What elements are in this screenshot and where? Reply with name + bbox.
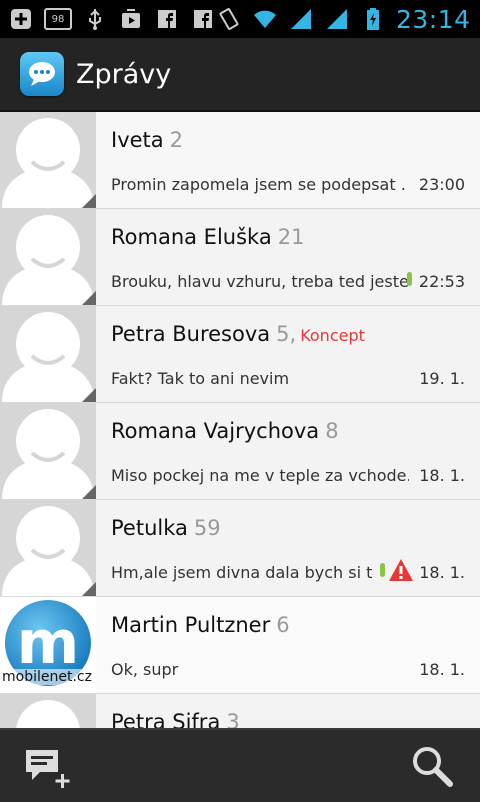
message-count: 6 <box>276 613 290 637</box>
wifi-icon <box>252 6 278 32</box>
conversation-item[interactable]: Petra Sifra 3 <box>0 694 480 728</box>
avatar[interactable] <box>0 112 96 208</box>
contact-name: Petulka <box>111 516 188 540</box>
message-date: 19. 1. <box>419 369 465 388</box>
facebook-icon <box>190 6 216 32</box>
message-count: 59 <box>193 516 221 540</box>
rotation-icon <box>216 6 242 32</box>
new-message-icon[interactable] <box>24 746 76 790</box>
message-snippet: Ok, supr <box>111 660 179 679</box>
contact-name: Martin Pultzner <box>111 613 271 637</box>
avatar[interactable] <box>0 209 96 305</box>
message-snippet: Miso pockej na me v teple za vchode... <box>111 466 409 485</box>
page-title: Zprávy <box>76 58 172 90</box>
message-count: 3 <box>226 710 240 728</box>
conversation-item[interactable]: Romana Eluška 21 Brouku, hlavu vzhuru, tr… <box>0 209 480 306</box>
conversation-item[interactable]: m mobilenet.cz Martin Pultzner 6 Ok, supr… <box>0 597 480 694</box>
conversation-list: Iveta 2 Promin zapomela jsem se podepsat … <box>0 112 480 728</box>
avatar[interactable] <box>0 694 96 728</box>
message-snippet: Brouku, hlavu vzhuru, treba ted jeste <box>111 272 409 291</box>
contact-name: Romana Vajrychova <box>111 419 320 443</box>
avatar[interactable] <box>0 306 96 402</box>
signal-icon <box>288 6 314 32</box>
add-icon <box>8 6 34 32</box>
avatar-text: mobilenet.cz <box>2 669 92 685</box>
status-bar: 98 23:14 <box>0 0 480 38</box>
battery-charging-icon <box>360 6 386 32</box>
conversation-item[interactable]: Petulka 59 Hm,ale jsem divna dala bych si… <box>0 500 480 597</box>
conversation-item[interactable]: Petra Buresova 5, Koncept Fakt? Tak to ani… <box>0 306 480 403</box>
usb-icon <box>82 6 108 32</box>
messaging-app-icon[interactable] <box>20 52 64 96</box>
notification-badge: 98 <box>44 8 72 30</box>
clock: 23:14 <box>396 4 471 34</box>
message-snippet: Hm,ale jsem divna dala bych si t <box>111 563 373 582</box>
message-date: 18. 1. <box>419 660 465 679</box>
message-date: 18. 1. <box>419 563 465 582</box>
message-count: 5, <box>276 322 297 346</box>
avatar[interactable]: m mobilenet.cz <box>0 597 96 693</box>
message-date: 22:53 <box>418 272 465 291</box>
message-count: 2 <box>169 128 184 152</box>
bottom-action-bar <box>0 728 480 802</box>
unread-indicator <box>407 272 412 286</box>
conversation-item[interactable]: Romana Vajrychova 8 Miso pockej na me v t… <box>0 403 480 500</box>
message-date: 23:00 <box>418 175 465 194</box>
contact-name: Petra Sifra <box>111 710 221 728</box>
draft-label: Koncept <box>300 326 365 345</box>
message-count: 21 <box>277 225 305 249</box>
contact-name: Iveta <box>111 128 164 152</box>
avatar[interactable] <box>0 403 96 499</box>
warning-icon <box>389 559 413 581</box>
action-bar: Zprávy <box>0 38 480 112</box>
facebook-icon <box>154 6 180 32</box>
message-snippet: Promin zapomela jsem se podepsat . <box>111 175 406 194</box>
contact-name: Petra Buresova <box>111 322 271 346</box>
conversation-item[interactable]: Iveta 2 Promin zapomela jsem se podepsat … <box>0 112 480 209</box>
youtube-icon <box>118 6 144 32</box>
signal-icon <box>324 6 350 32</box>
unread-indicator <box>380 563 385 577</box>
message-count: 8 <box>325 419 339 443</box>
search-icon[interactable] <box>410 744 454 788</box>
message-date: 18. 1. <box>419 466 465 485</box>
contact-name: Romana Eluška <box>111 225 272 249</box>
avatar[interactable] <box>0 500 96 596</box>
message-snippet: Fakt? Tak to ani nevim <box>111 369 290 388</box>
